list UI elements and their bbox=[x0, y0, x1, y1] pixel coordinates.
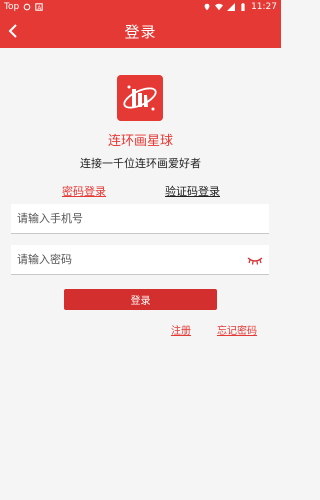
app-bar: 登录 bbox=[0, 14, 281, 48]
carrier-label: Top bbox=[4, 2, 20, 12]
back-arrow-icon[interactable] bbox=[6, 22, 22, 40]
app-name: 连环画星球 bbox=[107, 134, 173, 149]
phone-field bbox=[11, 204, 269, 234]
register-link[interactable]: 注册 bbox=[171, 322, 191, 337]
signal-icon bbox=[227, 3, 236, 11]
eye-closed-icon[interactable] bbox=[247, 255, 263, 265]
battery-icon bbox=[241, 3, 245, 11]
clock: 11:27 bbox=[251, 2, 277, 12]
phone-input[interactable] bbox=[17, 212, 237, 225]
notification-icon: A bbox=[35, 3, 43, 11]
svg-text:A: A bbox=[38, 5, 42, 11]
app-slogan: 连接一千位连环画爱好者 bbox=[80, 157, 201, 170]
login-button[interactable]: 登录 bbox=[64, 289, 217, 310]
tab-password-login[interactable]: 密码登录 bbox=[62, 183, 106, 199]
password-input[interactable] bbox=[17, 253, 237, 266]
app-logo bbox=[117, 75, 163, 121]
sync-icon bbox=[23, 3, 31, 11]
forgot-password-link[interactable]: 忘记密码 bbox=[217, 322, 257, 337]
password-field bbox=[11, 245, 269, 275]
wifi-icon bbox=[215, 3, 224, 11]
status-bar: Top A 11:27 bbox=[0, 0, 281, 14]
tab-code-login[interactable]: 验证码登录 bbox=[165, 183, 220, 199]
page-title: 登录 bbox=[124, 22, 157, 41]
location-icon bbox=[204, 3, 210, 11]
